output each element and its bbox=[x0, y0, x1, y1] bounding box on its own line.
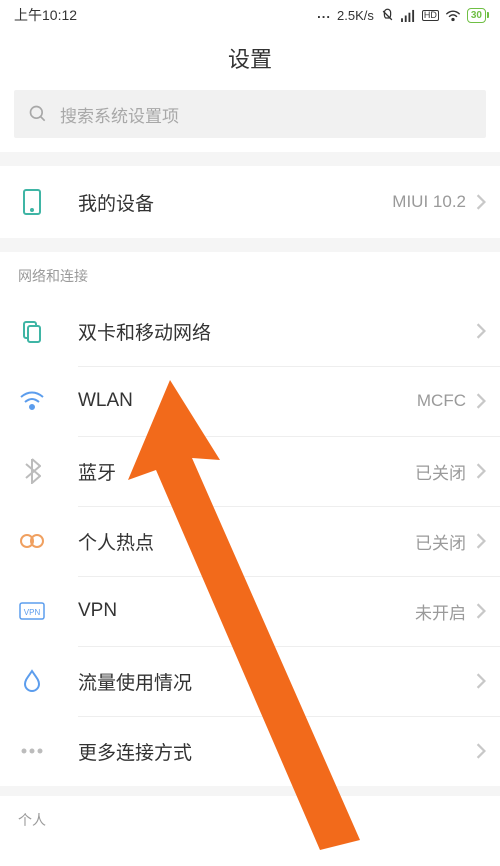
row-value: 已关闭 bbox=[415, 459, 466, 484]
wlan-icon bbox=[18, 387, 46, 415]
vpn-icon: VPN bbox=[18, 597, 46, 625]
row-value: MIUI 10.2 bbox=[392, 192, 466, 212]
row-value: 未开启 bbox=[415, 599, 466, 624]
row-label: 双卡和移动网络 bbox=[78, 318, 476, 345]
row-hotspot[interactable]: 个人热点 已关闭 bbox=[0, 506, 500, 576]
row-label: 个人热点 bbox=[78, 528, 415, 555]
signal-icon bbox=[401, 9, 416, 22]
hotspot-icon bbox=[18, 527, 46, 555]
svg-text:VPN: VPN bbox=[24, 608, 41, 617]
row-dual-sim[interactable]: 双卡和移动网络 bbox=[0, 296, 500, 366]
bluetooth-icon bbox=[18, 457, 46, 485]
row-label: WLAN bbox=[78, 390, 417, 412]
search-placeholder: 搜索系统设置项 bbox=[60, 102, 179, 127]
battery-indicator: 30 bbox=[467, 8, 486, 23]
row-value: MCFC bbox=[417, 391, 466, 411]
row-label: 流量使用情况 bbox=[78, 668, 476, 695]
row-label: VPN bbox=[78, 600, 415, 622]
chevron-right-icon bbox=[476, 393, 486, 409]
chevron-right-icon bbox=[476, 194, 486, 210]
droplet-icon bbox=[18, 667, 46, 695]
search-container: 搜索系统设置项 bbox=[0, 90, 500, 152]
row-data-usage[interactable]: 流量使用情况 bbox=[0, 646, 500, 716]
more-icon bbox=[18, 737, 46, 765]
search-input[interactable]: 搜索系统设置项 bbox=[14, 90, 486, 138]
section-header-personal: 个人 bbox=[0, 796, 500, 840]
mute-icon bbox=[380, 8, 395, 23]
row-label: 我的设备 bbox=[78, 189, 392, 216]
page-title: 设置 bbox=[0, 30, 500, 90]
chevron-right-icon bbox=[476, 533, 486, 549]
row-vpn[interactable]: VPN VPN 未开启 bbox=[0, 576, 500, 646]
status-bar: 上午10:12 ... 2.5K/s HD 30 bbox=[0, 0, 500, 30]
chevron-right-icon bbox=[476, 603, 486, 619]
phone-icon bbox=[18, 188, 46, 216]
chevron-right-icon bbox=[476, 673, 486, 689]
chevron-right-icon bbox=[476, 323, 486, 339]
chevron-right-icon bbox=[476, 463, 486, 479]
status-time: 上午10:12 bbox=[14, 5, 77, 25]
row-label: 更多连接方式 bbox=[78, 738, 476, 765]
status-indicators: ... 2.5K/s HD 30 bbox=[317, 8, 486, 23]
wifi-icon bbox=[445, 9, 461, 22]
row-my-device[interactable]: 我的设备 MIUI 10.2 bbox=[0, 166, 500, 238]
section-header-network: 网络和连接 bbox=[0, 252, 500, 296]
row-value: 已关闭 bbox=[415, 529, 466, 554]
status-dots-icon: ... bbox=[317, 6, 331, 21]
row-wlan[interactable]: WLAN MCFC bbox=[0, 366, 500, 436]
network-speed: 2.5K/s bbox=[337, 8, 374, 23]
search-icon bbox=[28, 104, 48, 124]
row-bluetooth[interactable]: 蓝牙 已关闭 bbox=[0, 436, 500, 506]
row-more-connections[interactable]: 更多连接方式 bbox=[0, 716, 500, 786]
sim-icon bbox=[18, 317, 46, 345]
row-label: 蓝牙 bbox=[78, 458, 415, 485]
hd-indicator: HD bbox=[422, 10, 439, 21]
chevron-right-icon bbox=[476, 743, 486, 759]
